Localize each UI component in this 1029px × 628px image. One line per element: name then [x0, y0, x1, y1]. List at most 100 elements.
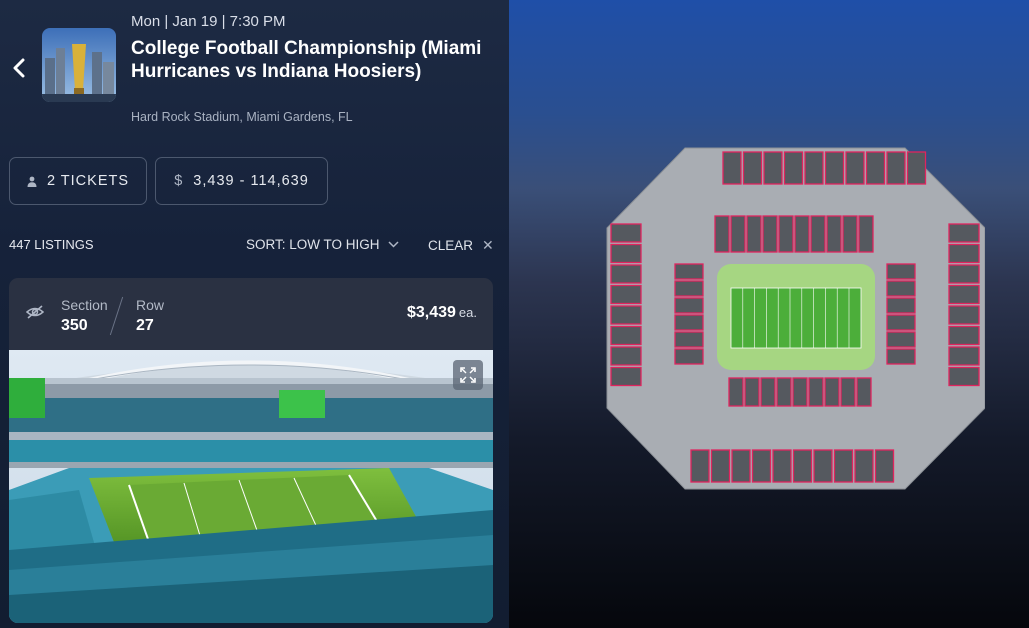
price-suffix: ea.	[458, 305, 477, 320]
seat-section[interactable]	[948, 264, 980, 284]
listing-card[interactable]: Section 350 Row 27 $3,439 ea.	[9, 278, 493, 623]
seat-section[interactable]	[763, 151, 783, 185]
seat-section[interactable]	[674, 331, 704, 348]
price-amount: $3,439	[406, 304, 456, 321]
seat-section[interactable]	[772, 449, 792, 483]
seat-section[interactable]	[792, 449, 813, 483]
football-field	[730, 287, 862, 349]
person-icon	[27, 176, 37, 187]
seat-section[interactable]	[722, 151, 742, 185]
seat-section[interactable]	[610, 223, 642, 243]
event-title: College Football Championship (Miami Hur…	[131, 38, 482, 82]
chevron-down-icon	[388, 241, 399, 248]
seat-section[interactable]	[783, 151, 804, 185]
seat-section[interactable]	[610, 243, 642, 264]
event-date: Mon | Jan 19 | 7:30 PM	[131, 13, 286, 30]
seat-section[interactable]	[742, 151, 763, 185]
seat-section[interactable]	[948, 223, 980, 243]
expand-icon	[460, 367, 476, 383]
seat-section[interactable]	[854, 449, 874, 483]
listing-header: Section 350 Row 27 $3,439 ea.	[9, 278, 493, 350]
row-label: Row	[136, 297, 165, 313]
seat-section[interactable]	[751, 449, 772, 483]
seat-section[interactable]	[845, 151, 865, 185]
seat-section[interactable]	[886, 263, 916, 280]
seat-section[interactable]	[842, 215, 858, 253]
seat-section[interactable]	[865, 151, 886, 185]
expand-view-button[interactable]	[453, 360, 483, 390]
price-range-button[interactable]: $ 3,439 - 114,639	[155, 157, 328, 205]
seat-section[interactable]	[674, 263, 704, 280]
clear-label: CLEAR	[428, 238, 474, 253]
section-value: 350	[61, 317, 88, 334]
seat-section[interactable]	[778, 215, 794, 253]
tickets-quantity-label: 2 TICKETS	[46, 173, 130, 189]
seat-section[interactable]	[674, 297, 704, 314]
clear-filters-button[interactable]: CLEAR ✕	[428, 237, 494, 254]
row-value: 27	[136, 317, 154, 334]
seat-section[interactable]	[776, 377, 792, 407]
seat-section[interactable]	[833, 449, 854, 483]
seat-section[interactable]	[886, 348, 916, 365]
seat-section[interactable]	[948, 346, 980, 366]
seat-section[interactable]	[762, 215, 778, 253]
listings-count: 447 LISTINGS	[9, 237, 94, 252]
seat-section[interactable]	[610, 284, 642, 305]
seat-section[interactable]	[813, 449, 833, 483]
section-label: Section	[61, 297, 108, 313]
seat-section[interactable]	[728, 377, 744, 407]
seat-section[interactable]	[610, 305, 642, 325]
section-view-image	[9, 350, 493, 623]
seat-section[interactable]	[792, 377, 808, 407]
seat-section[interactable]	[948, 366, 980, 387]
seat-section[interactable]	[948, 305, 980, 325]
seat-section[interactable]	[744, 377, 760, 407]
seat-section[interactable]	[731, 449, 751, 483]
seat-section[interactable]	[824, 151, 845, 185]
seat-section[interactable]	[710, 449, 731, 483]
event-venue: Hard Rock Stadium, Miami Gardens, FL	[131, 110, 353, 124]
seat-section[interactable]	[674, 280, 704, 297]
seat-section[interactable]	[610, 264, 642, 284]
seat-section[interactable]	[804, 151, 824, 185]
seat-map-panel	[509, 0, 1029, 628]
seat-section[interactable]	[610, 325, 642, 346]
seat-section[interactable]	[794, 215, 810, 253]
seat-section[interactable]	[874, 449, 895, 483]
seat-section[interactable]	[674, 314, 704, 331]
seat-section[interactable]	[886, 280, 916, 297]
seat-section[interactable]	[886, 151, 906, 185]
listing-price: $3,439 ea.	[407, 304, 477, 322]
seat-section[interactable]	[610, 346, 642, 366]
seat-section[interactable]	[610, 366, 642, 387]
seat-section[interactable]	[730, 215, 746, 253]
seat-section[interactable]	[690, 449, 710, 483]
seat-section[interactable]	[826, 215, 842, 253]
seat-section[interactable]	[840, 377, 856, 407]
seat-section[interactable]	[760, 377, 776, 407]
seat-section[interactable]	[906, 151, 927, 185]
seat-section[interactable]	[824, 377, 840, 407]
price-range-label: 3,439 - 114,639	[193, 173, 309, 189]
seat-section[interactable]	[810, 215, 826, 253]
seat-section[interactable]	[948, 243, 980, 264]
seat-section[interactable]	[886, 331, 916, 348]
seat-section[interactable]	[948, 284, 980, 305]
seat-section[interactable]	[714, 215, 730, 253]
seat-section[interactable]	[858, 215, 874, 253]
seat-section[interactable]	[746, 215, 762, 253]
back-button[interactable]	[6, 52, 32, 84]
listings-panel: Mon | Jan 19 | 7:30 PM College Football …	[0, 0, 509, 628]
event-thumbnail	[42, 28, 116, 102]
sort-button[interactable]: SORT: LOW TO HIGH	[246, 237, 399, 252]
dollar-icon: $	[174, 173, 184, 189]
seat-section[interactable]	[886, 314, 916, 331]
eye-off-icon[interactable]	[25, 304, 45, 325]
seat-section[interactable]	[856, 377, 872, 407]
seat-section[interactable]	[948, 325, 980, 346]
chevron-left-icon	[13, 58, 25, 78]
seat-section[interactable]	[674, 348, 704, 365]
seat-section[interactable]	[808, 377, 824, 407]
seat-section[interactable]	[886, 297, 916, 314]
tickets-quantity-button[interactable]: 2 TICKETS	[9, 157, 147, 205]
